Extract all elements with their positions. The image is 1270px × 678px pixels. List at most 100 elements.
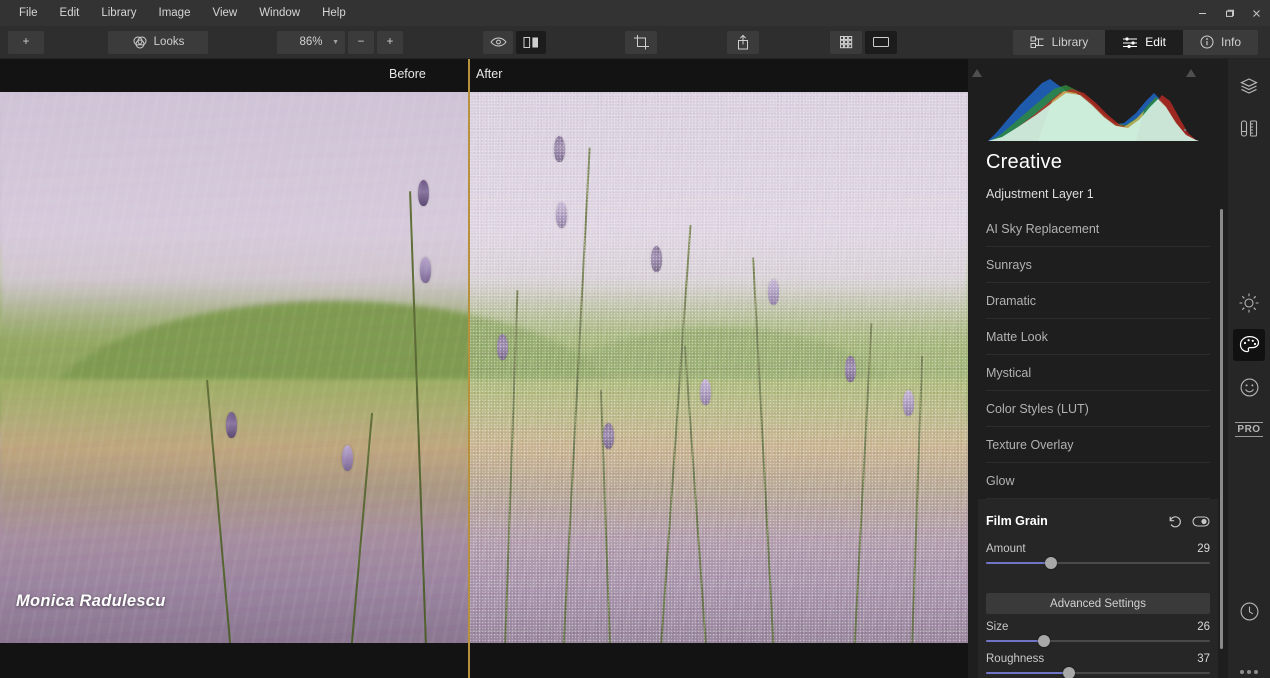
- before-after-labels: Before After: [0, 59, 968, 92]
- zoom-out-button[interactable]: −: [348, 30, 374, 54]
- after-label: After: [476, 67, 503, 81]
- more-options-icon: [1240, 670, 1258, 674]
- adjustment-mystical[interactable]: Mystical: [986, 355, 1210, 391]
- adjustment-sunrays[interactable]: Sunrays: [986, 247, 1210, 283]
- rail-history-button[interactable]: [1233, 595, 1265, 627]
- tab-info[interactable]: Info: [1182, 29, 1258, 55]
- mode-tabs: Library Edit Info: [1012, 29, 1258, 55]
- slider-size[interactable]: Size 26: [986, 621, 1210, 647]
- slider-roughness[interactable]: Roughness 37: [986, 653, 1210, 678]
- slider-roughness-label: Roughness: [986, 653, 1045, 665]
- main-toolbar: + Looks 86% ▼ − + Library Edit Info: [0, 26, 1270, 59]
- slider-amount-handle[interactable]: [1044, 557, 1057, 569]
- panel-scrollbar[interactable]: [1220, 209, 1223, 649]
- menu-item-library[interactable]: Library: [90, 2, 147, 24]
- menu-item-help[interactable]: Help: [311, 2, 357, 24]
- slider-amount-value: 29: [1197, 543, 1210, 555]
- reset-arrow-icon[interactable]: [1168, 515, 1182, 528]
- zoom-level-dropdown[interactable]: 86% ▼: [277, 30, 345, 54]
- adjustment-ai-sky-replacement[interactable]: AI Sky Replacement: [986, 211, 1210, 247]
- tab-edit-label: Edit: [1145, 35, 1166, 49]
- layout-controls: [830, 30, 897, 54]
- photo-after-inner: [469, 92, 968, 643]
- menu-bar: File Edit Library Image View Window Help: [0, 2, 357, 24]
- preview-eye-button[interactable]: [483, 30, 513, 54]
- menu-item-window[interactable]: Window: [248, 2, 311, 24]
- panel-title: Creative: [986, 151, 1063, 173]
- slider-roughness-handle[interactable]: [1062, 667, 1075, 678]
- portrait-face-icon: [1239, 377, 1260, 398]
- app-window: File Edit Library Image View Window Help…: [0, 0, 1270, 678]
- histogram-dot: [1184, 129, 1186, 131]
- slider-size-handle[interactable]: [1038, 635, 1051, 647]
- tab-library[interactable]: Library: [1012, 29, 1106, 55]
- menu-item-file[interactable]: File: [8, 2, 49, 24]
- before-after-button[interactable]: [516, 30, 546, 54]
- restore-button[interactable]: [1216, 0, 1243, 26]
- slider-roughness-track[interactable]: [986, 667, 1210, 678]
- slider-size-value: 26: [1197, 621, 1210, 633]
- layers-icon: [1239, 77, 1259, 95]
- adjustment-texture-overlay[interactable]: Texture Overlay: [986, 427, 1210, 463]
- before-label: Before: [389, 67, 426, 81]
- adjustment-glow[interactable]: Glow: [986, 463, 1210, 499]
- chevron-down-icon: ▼: [332, 38, 339, 46]
- rail-tools-button[interactable]: [1233, 112, 1265, 144]
- adjustment-layer-label: Adjustment Layer 1: [986, 187, 1094, 201]
- rail-layers-button[interactable]: [1233, 70, 1265, 102]
- rail-light-button[interactable]: [1233, 287, 1265, 319]
- tool-rail: PRO: [1228, 59, 1270, 678]
- slider-size-label: Size: [986, 621, 1009, 633]
- film-grain-actions: [1168, 515, 1210, 528]
- menu-item-image[interactable]: Image: [148, 2, 202, 24]
- before-after-divider-handle[interactable]: [468, 59, 470, 678]
- visibility-toggle-icon[interactable]: [1192, 515, 1210, 528]
- color-palette-icon: [1239, 335, 1260, 355]
- light-sun-icon: [1238, 292, 1260, 314]
- share-button[interactable]: [727, 30, 759, 54]
- zoom-in-button[interactable]: +: [377, 30, 403, 54]
- advanced-settings-button[interactable]: Advanced Settings: [986, 593, 1210, 614]
- rail-portrait-button[interactable]: [1233, 371, 1265, 403]
- slider-amount-track[interactable]: [986, 557, 1210, 569]
- looks-button[interactable]: Looks: [108, 30, 208, 54]
- slider-amount[interactable]: Amount 29: [986, 543, 1210, 569]
- slider-size-track[interactable]: [986, 635, 1210, 647]
- photo-watermark: Monica Radulescu: [16, 592, 166, 610]
- history-clock-icon: [1239, 601, 1260, 622]
- slider-roughness-value: 37: [1197, 653, 1210, 665]
- tab-edit[interactable]: Edit: [1105, 29, 1183, 55]
- minimize-button[interactable]: [1189, 0, 1216, 26]
- shadow-clipping-triangle-icon[interactable]: [972, 69, 982, 77]
- menu-item-edit[interactable]: Edit: [49, 2, 91, 24]
- single-view-icon: [872, 35, 890, 49]
- window-controls: [1189, 0, 1270, 26]
- share-export-icon: [736, 34, 750, 50]
- slider-amount-label: Amount: [986, 543, 1026, 555]
- tools-pen-ruler-icon: [1239, 119, 1259, 138]
- adjustment-matte-look[interactable]: Matte Look: [986, 319, 1210, 355]
- single-view-button[interactable]: [865, 30, 897, 54]
- grid-view-button[interactable]: [830, 30, 862, 54]
- eye-icon: [489, 36, 507, 48]
- adjustments-list: AI Sky Replacement Sunrays Dramatic Matt…: [986, 211, 1210, 499]
- close-button[interactable]: [1243, 0, 1270, 26]
- library-icon: [1030, 36, 1045, 49]
- sliders-icon: [1122, 36, 1138, 49]
- rail-color-button[interactable]: [1233, 329, 1265, 361]
- zoom-controls: 86% ▼ − +: [277, 30, 403, 54]
- rail-pro-button[interactable]: PRO: [1233, 413, 1265, 445]
- before-after-split-icon: [523, 36, 539, 49]
- grid-view-icon: [839, 35, 853, 49]
- histogram[interactable]: [968, 59, 1228, 145]
- adjustment-color-styles-lut[interactable]: Color Styles (LUT): [986, 391, 1210, 427]
- menu-item-view[interactable]: View: [201, 2, 248, 24]
- film-grain-overlay-coarse: [469, 92, 968, 643]
- adjustment-dramatic[interactable]: Dramatic: [986, 283, 1210, 319]
- crop-button[interactable]: [625, 30, 657, 54]
- rail-more-button[interactable]: [1233, 656, 1265, 678]
- photo-viewport: Monica Radulescu: [0, 92, 968, 643]
- film-grain-header: Film Grain: [986, 511, 1210, 531]
- add-button[interactable]: +: [8, 30, 44, 54]
- image-canvas[interactable]: Before After Monica Radulescu: [0, 59, 968, 678]
